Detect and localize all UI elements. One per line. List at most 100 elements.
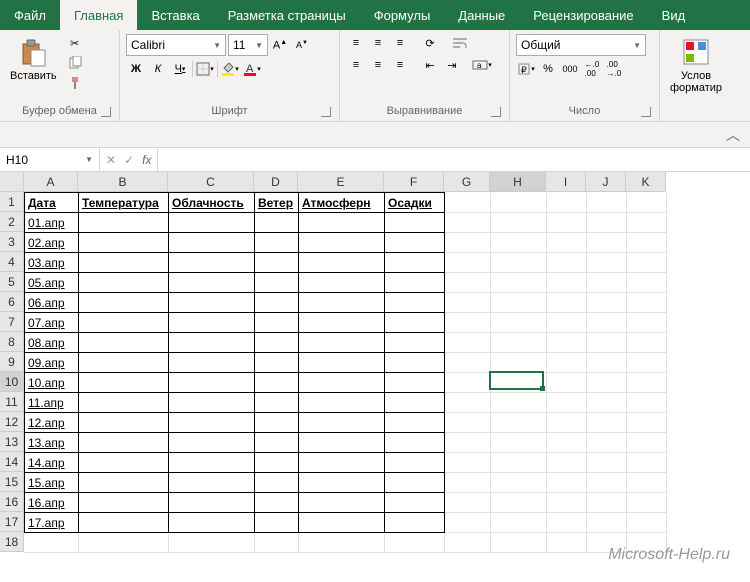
cell-A5[interactable]: 05.апр bbox=[25, 273, 79, 293]
cancel-formula-icon[interactable]: ✕ bbox=[106, 153, 116, 167]
row-header-14[interactable]: 14 bbox=[0, 452, 24, 472]
cell-C15[interactable] bbox=[169, 473, 255, 493]
decrease-indent-button[interactable]: ⇤ bbox=[420, 56, 440, 74]
cell-B18[interactable] bbox=[79, 533, 169, 553]
increase-decimal-button[interactable]: ←.0.00 bbox=[582, 60, 602, 78]
cell-D1[interactable]: Ветер bbox=[255, 193, 299, 213]
cell-K11[interactable] bbox=[627, 393, 667, 413]
cell-K4[interactable] bbox=[627, 253, 667, 273]
cell-K16[interactable] bbox=[627, 493, 667, 513]
font-color-button[interactable]: A▾ bbox=[242, 60, 262, 78]
cell-C7[interactable] bbox=[169, 313, 255, 333]
cell-G16[interactable] bbox=[445, 493, 491, 513]
cell-G15[interactable] bbox=[445, 473, 491, 493]
cell-J5[interactable] bbox=[587, 273, 627, 293]
cell-B13[interactable] bbox=[79, 433, 169, 453]
cell-K15[interactable] bbox=[627, 473, 667, 493]
cell-K8[interactable] bbox=[627, 333, 667, 353]
cell-J4[interactable] bbox=[587, 253, 627, 273]
cell-H8[interactable] bbox=[491, 333, 547, 353]
row-header-9[interactable]: 9 bbox=[0, 352, 24, 372]
percent-button[interactable]: % bbox=[538, 60, 558, 78]
cell-A18[interactable] bbox=[25, 533, 79, 553]
cell-A11[interactable]: 11.апр bbox=[25, 393, 79, 413]
cell-A3[interactable]: 02.апр bbox=[25, 233, 79, 253]
cell-H18[interactable] bbox=[491, 533, 547, 553]
font-dialog-launcher[interactable] bbox=[321, 107, 331, 117]
cell-K13[interactable] bbox=[627, 433, 667, 453]
cell-D7[interactable] bbox=[255, 313, 299, 333]
cell-J10[interactable] bbox=[587, 373, 627, 393]
cell-K12[interactable] bbox=[627, 413, 667, 433]
cell-E7[interactable] bbox=[299, 313, 385, 333]
cell-B6[interactable] bbox=[79, 293, 169, 313]
alignment-dialog-launcher[interactable] bbox=[491, 107, 501, 117]
cell-H7[interactable] bbox=[491, 313, 547, 333]
cell-D9[interactable] bbox=[255, 353, 299, 373]
decrease-decimal-button[interactable]: .00→.0 bbox=[604, 60, 624, 78]
cell-H6[interactable] bbox=[491, 293, 547, 313]
column-header-G[interactable]: G bbox=[444, 172, 490, 192]
cell-D14[interactable] bbox=[255, 453, 299, 473]
cell-I6[interactable] bbox=[547, 293, 587, 313]
cell-C10[interactable] bbox=[169, 373, 255, 393]
cell-C16[interactable] bbox=[169, 493, 255, 513]
cell-B5[interactable] bbox=[79, 273, 169, 293]
cell-J8[interactable] bbox=[587, 333, 627, 353]
cell-G18[interactable] bbox=[445, 533, 491, 553]
cell-D6[interactable] bbox=[255, 293, 299, 313]
cell-K1[interactable] bbox=[627, 193, 667, 213]
cell-C6[interactable] bbox=[169, 293, 255, 313]
cell-H2[interactable] bbox=[491, 213, 547, 233]
accept-formula-icon[interactable]: ✓ bbox=[124, 153, 134, 167]
decrease-font-button[interactable]: A▼ bbox=[292, 36, 312, 54]
column-header-I[interactable]: I bbox=[546, 172, 586, 192]
tab-home[interactable]: Главная bbox=[60, 0, 137, 30]
row-header-6[interactable]: 6 bbox=[0, 292, 24, 312]
cell-F15[interactable] bbox=[385, 473, 445, 493]
fill-color-button[interactable]: ▾ bbox=[220, 60, 240, 78]
cell-A10[interactable]: 10.апр bbox=[25, 373, 79, 393]
tab-file[interactable]: Файл bbox=[0, 0, 60, 30]
cell-C2[interactable] bbox=[169, 213, 255, 233]
number-dialog-launcher[interactable] bbox=[641, 107, 651, 117]
cell-C17[interactable] bbox=[169, 513, 255, 533]
cell-B9[interactable] bbox=[79, 353, 169, 373]
cell-C3[interactable] bbox=[169, 233, 255, 253]
cell-H10[interactable] bbox=[491, 373, 547, 393]
cell-K14[interactable] bbox=[627, 453, 667, 473]
cell-G4[interactable] bbox=[445, 253, 491, 273]
cell-F7[interactable] bbox=[385, 313, 445, 333]
cell-D18[interactable] bbox=[255, 533, 299, 553]
cell-G12[interactable] bbox=[445, 413, 491, 433]
name-box[interactable]: H10▼ bbox=[0, 148, 100, 171]
cell-I12[interactable] bbox=[547, 413, 587, 433]
cell-J6[interactable] bbox=[587, 293, 627, 313]
row-header-3[interactable]: 3 bbox=[0, 232, 24, 252]
cell-I18[interactable] bbox=[547, 533, 587, 553]
column-header-C[interactable]: C bbox=[168, 172, 254, 192]
currency-button[interactable]: ₽▾ bbox=[516, 60, 536, 78]
align-left-button[interactable]: ≡ bbox=[346, 56, 366, 74]
cell-D12[interactable] bbox=[255, 413, 299, 433]
cell-B14[interactable] bbox=[79, 453, 169, 473]
cell-E6[interactable] bbox=[299, 293, 385, 313]
cell-E14[interactable] bbox=[299, 453, 385, 473]
cell-G3[interactable] bbox=[445, 233, 491, 253]
cell-H13[interactable] bbox=[491, 433, 547, 453]
cell-G10[interactable] bbox=[445, 373, 491, 393]
row-header-18[interactable]: 18 bbox=[0, 532, 24, 552]
cell-G9[interactable] bbox=[445, 353, 491, 373]
cell-D11[interactable] bbox=[255, 393, 299, 413]
cell-D3[interactable] bbox=[255, 233, 299, 253]
cell-I8[interactable] bbox=[547, 333, 587, 353]
column-header-H[interactable]: H bbox=[490, 172, 546, 192]
cell-D15[interactable] bbox=[255, 473, 299, 493]
cell-B1[interactable]: Температура bbox=[79, 193, 169, 213]
cell-K9[interactable] bbox=[627, 353, 667, 373]
paste-button[interactable]: Вставить bbox=[6, 34, 61, 84]
cell-J14[interactable] bbox=[587, 453, 627, 473]
cell-F12[interactable] bbox=[385, 413, 445, 433]
column-header-J[interactable]: J bbox=[586, 172, 626, 192]
cell-F10[interactable] bbox=[385, 373, 445, 393]
